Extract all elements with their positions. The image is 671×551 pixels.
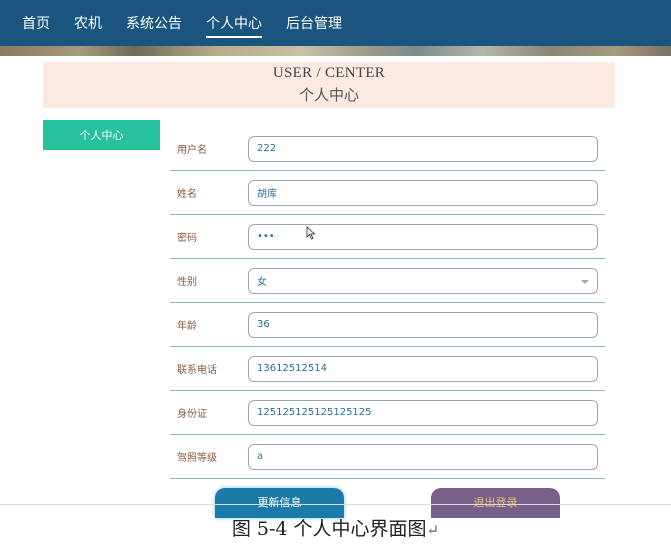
form-row-license-level: 驾照等级 a <box>170 435 605 479</box>
gender-label: 性别 <box>177 277 197 288</box>
username-label: 用户名 <box>177 145 207 156</box>
age-input[interactable]: 36 <box>248 311 598 338</box>
age-label: 年龄 <box>177 321 197 332</box>
name-input[interactable]: 胡库 <box>248 179 598 206</box>
id-card-input[interactable]: 125125125125125125 <box>248 399 598 426</box>
license-level-label: 驾照等级 <box>177 453 217 464</box>
gender-select[interactable]: 女 <box>248 267 598 294</box>
password-input[interactable]: ••• <box>248 223 598 250</box>
page-title-en: USER / CENTER <box>272 65 386 81</box>
name-label: 姓名 <box>177 189 197 200</box>
figure-caption: 图 5-4 个人中心界面图↵ <box>0 514 671 541</box>
license-level-input[interactable]: a <box>248 443 598 470</box>
page-title-zh: 个人中心 <box>298 86 359 104</box>
top-navbar: 首页 农机 系统公告 个人中心 后台管理 <box>0 0 671 46</box>
page-header: USER / CENTER 个人中心 <box>43 62 615 108</box>
side-menu-item-user-center[interactable]: 个人中心 <box>43 120 160 150</box>
nav-item-machinery[interactable]: 农机 <box>74 0 102 46</box>
nav-item-home[interactable]: 首页 <box>22 0 50 46</box>
figure-caption-text: 图 5-4 个人中心界面图 <box>231 518 427 540</box>
username-input[interactable]: 222 <box>248 135 598 162</box>
form-row-username: 用户名 222 <box>170 127 605 171</box>
form-row-password: 密码 ••• <box>170 215 605 259</box>
form-row-name: 姓名 胡库 <box>170 171 605 215</box>
phone-label: 联系电话 <box>177 365 217 376</box>
banner-image-strip <box>0 46 671 56</box>
mouse-cursor-icon <box>306 226 316 240</box>
nav-item-announcements[interactable]: 系统公告 <box>126 0 182 46</box>
form-row-id-card: 身份证 125125125125125125 <box>170 391 605 435</box>
phone-input[interactable]: 13612512514 <box>248 355 598 382</box>
nav-item-user-center[interactable]: 个人中心 <box>206 0 262 46</box>
id-card-label: 身份证 <box>177 409 207 420</box>
user-info-form: 用户名 222 姓名 胡库 密码 ••• 性别 女 年龄 36 联系电话 136… <box>170 127 605 479</box>
caption-divider <box>0 504 671 505</box>
nav-item-admin[interactable]: 后台管理 <box>286 0 342 46</box>
password-label: 密码 <box>177 233 197 244</box>
form-row-age: 年龄 36 <box>170 303 605 347</box>
return-mark-icon: ↵ <box>426 521 440 539</box>
form-row-phone: 联系电话 13612512514 <box>170 347 605 391</box>
form-row-gender: 性别 女 <box>170 259 605 303</box>
